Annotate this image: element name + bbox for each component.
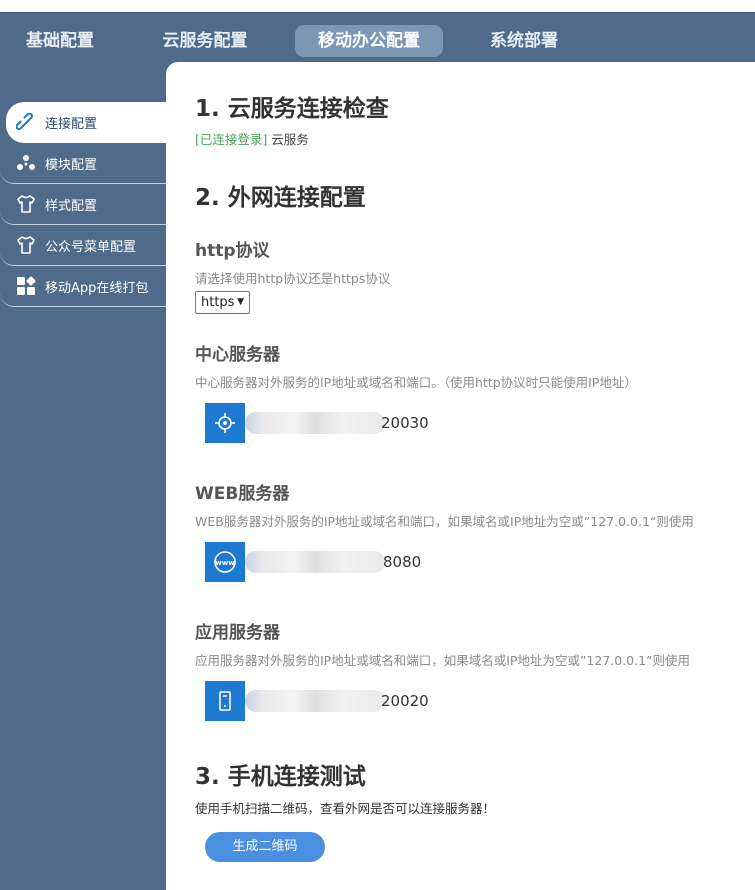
target-icon — [205, 403, 245, 443]
http-protocol-select[interactable]: https ▼ — [195, 291, 250, 314]
sidebar-item-modules[interactable]: 模块配置 — [0, 143, 166, 184]
sidebar-item-label: 连接配置 — [45, 117, 98, 132]
link-icon — [16, 112, 36, 133]
generate-qr-button[interactable]: 生成二维码 — [205, 832, 325, 862]
phone-test-desc: 使用手机扫描二维码，查看外网是否可以连接服务器！ — [195, 801, 496, 816]
sidebar-item-connection[interactable]: 连接配置 — [6, 102, 166, 143]
tab-cloud-config[interactable]: 云服务配置 — [145, 25, 265, 57]
section-title-cloud-check: 1. 云服务连接检查 — [195, 96, 389, 122]
app-server-input[interactable]: 20020 — [245, 688, 429, 714]
sidebar: 连接配置 模块配置 样式配置 公众号菜单配置 移动App在线打包 — [0, 102, 166, 307]
app-server-port: 20020 — [381, 692, 429, 710]
center-server-port: 20030 — [381, 414, 429, 432]
sidebar-item-label: 公众号菜单配置 — [45, 239, 137, 255]
web-server-input[interactable]: 8080 — [245, 549, 425, 575]
masked-address — [245, 551, 385, 573]
center-server-label: 中心服务器 — [195, 345, 280, 365]
www-icon: www — [205, 542, 245, 582]
svg-text:www: www — [215, 559, 235, 567]
http-protocol-label: http协议 — [195, 241, 270, 261]
section-title-external-network: 2. 外网连接配置 — [195, 185, 366, 211]
center-server-input[interactable]: 20030 — [245, 410, 429, 436]
web-server-port: 8080 — [383, 553, 422, 571]
cloud-status: [已连接登录] 云服务 — [195, 129, 309, 148]
dropdown-arrow-icon: ▼ — [237, 297, 244, 307]
modules-icon — [16, 153, 36, 173]
app-server-label: 应用服务器 — [195, 623, 280, 643]
top-strip — [0, 0, 755, 12]
http-protocol-desc: 请选择使用http协议还是https协议 — [195, 271, 391, 286]
main-content: 1. 云服务连接检查 [已连接登录] 云服务 2. 外网连接配置 http协议 … — [166, 62, 755, 890]
status-text: 云服务 — [271, 132, 309, 147]
tab-basic-config[interactable]: 基础配置 — [10, 25, 110, 57]
sidebar-item-label: 移动App在线打包 — [45, 280, 149, 296]
tab-system-deploy[interactable]: 系统部署 — [470, 25, 578, 57]
sidebar-item-label: 样式配置 — [45, 198, 98, 214]
status-badge: [已连接登录] — [195, 132, 268, 147]
shirt-icon — [16, 194, 36, 214]
sidebar-item-wechat-menu[interactable]: 公众号菜单配置 — [0, 225, 166, 266]
web-server-desc: WEB服务器对外服务的IP地址或域名和端口，如果域名或IP地址为空或”127.0… — [195, 514, 694, 529]
sidebar-item-style[interactable]: 样式配置 — [0, 184, 166, 225]
device-icon — [205, 681, 245, 721]
app-server-desc: 应用服务器对外服务的IP地址或域名和端口，如果域名或IP地址为空或”127.0.… — [195, 653, 691, 668]
top-nav: 基础配置 云服务配置 移动办公配置 系统部署 — [0, 12, 755, 62]
web-server-label: WEB服务器 — [195, 484, 290, 504]
masked-address — [245, 412, 385, 434]
masked-address — [245, 690, 385, 712]
section-title-phone-test: 3. 手机连接测试 — [195, 764, 366, 790]
apps-icon — [16, 276, 36, 296]
center-server-desc: 中心服务器对外服务的IP地址或域名和端口。（使用http协议时只能使用IP地址） — [195, 375, 637, 390]
select-value: https — [201, 295, 235, 310]
sidebar-item-app-package[interactable]: 移动App在线打包 — [0, 266, 166, 307]
shirt-icon — [16, 235, 36, 255]
tab-mobile-config[interactable]: 移动办公配置 — [295, 25, 443, 57]
sidebar-item-label: 模块配置 — [45, 157, 98, 173]
